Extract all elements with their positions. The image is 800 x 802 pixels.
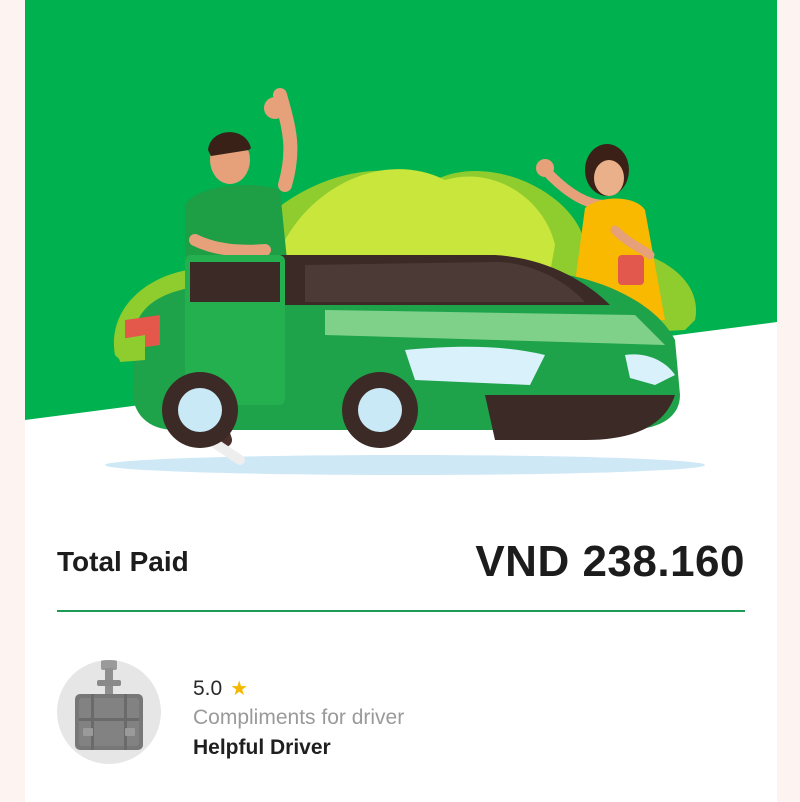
ride-illustration (25, 0, 777, 490)
divider (57, 610, 745, 612)
compliment-text: Helpful Driver (193, 736, 331, 759)
suitcase-icon (75, 660, 143, 750)
driver-feedback: 5.0 ★ Compliments for driver Helpful Dri… (57, 660, 747, 770)
star-icon: ★ (230, 678, 249, 700)
rating-line: 5.0 ★ (193, 674, 404, 704)
driver-avatar (57, 660, 161, 764)
total-paid-amount: VND 238.160 (475, 537, 745, 586)
total-paid-row: Total Paid VND 238.160 (57, 532, 745, 592)
compliment-caption: Compliments for driver (193, 706, 405, 729)
total-paid-label: Total Paid (57, 546, 189, 577)
rating-value: 5.0 (193, 677, 223, 700)
car (115, 255, 681, 448)
driver-info: 5.0 ★ Compliments for driver Helpful Dri… (193, 674, 404, 760)
receipt-card: Total Paid VND 238.160 5.0 ★ Compliments… (25, 0, 777, 802)
